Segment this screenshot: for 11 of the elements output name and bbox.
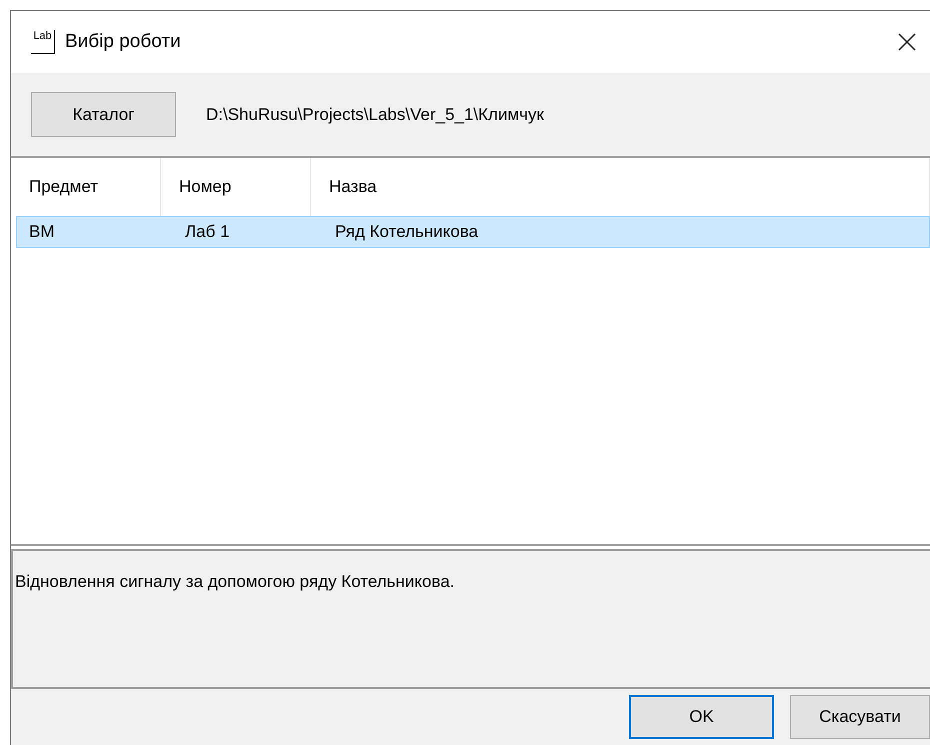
catalog-button[interactable]: Каталог <box>31 92 176 137</box>
table-cell-text: ВМ <box>28 221 56 244</box>
description-text: Відновлення сигналу за допомогою ряду Котельникова. <box>15 572 455 591</box>
table-cell-text: Лаб 1 <box>184 221 231 244</box>
dialog-button[interactable]: Скасувати <box>790 695 930 739</box>
dialog-button[interactable]: OK <box>629 695 774 739</box>
table-cell-text: Ряд Котельникова <box>334 221 480 244</box>
table-row[interactable]: ВМ Лаб 1 Ряд Котельникова <box>16 216 930 248</box>
close-icon[interactable] <box>897 32 917 52</box>
path-label: D:\ShuRusu\Projects\Labs\Ver_5_1\Климчук <box>206 104 544 126</box>
window-title: Вибір роботи <box>65 30 181 54</box>
